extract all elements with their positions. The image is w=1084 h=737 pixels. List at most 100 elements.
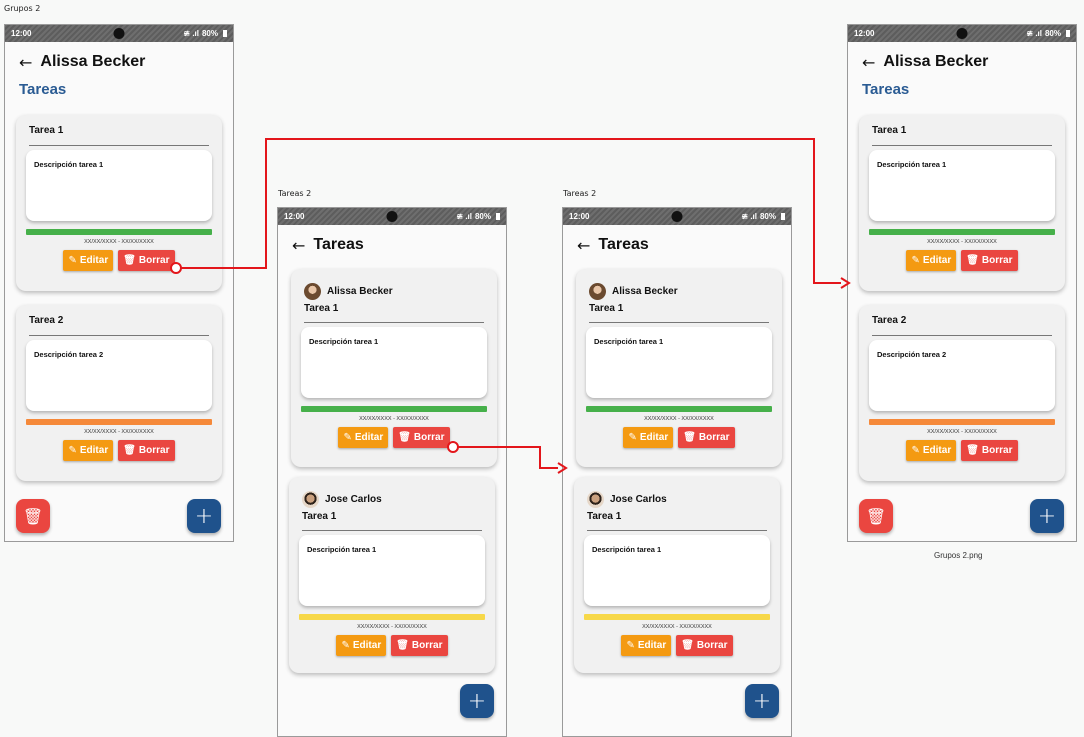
trash-icon: 🗑 [966, 255, 979, 266]
add-task-button[interactable]: + [745, 684, 779, 718]
task-name: Tarea 2 [29, 314, 64, 326]
task-user: Jose Carlos [574, 477, 780, 508]
edit-button[interactable]: ✎ Editar [63, 250, 114, 271]
task-actions: ✎ Editar 🗑 Borrar [291, 427, 497, 448]
battery-icon [1066, 30, 1070, 37]
task-dates: XX/XX/XXXX - XX/XX/XXXX [644, 416, 714, 422]
status-time: 12:00 [569, 212, 590, 221]
user-name: Jose Carlos [610, 493, 667, 505]
task-name: Tarea 1 [872, 124, 907, 136]
back-arrow-icon[interactable]: ← [19, 53, 32, 72]
task-actions: ✎ Editar 🗑 Borrar [574, 635, 780, 656]
status-time: 12:00 [854, 29, 875, 38]
task-dates: XX/XX/XXXX - XX/XX/XXXX [84, 239, 154, 245]
back-arrow-icon[interactable]: ← [862, 53, 875, 72]
delete-button[interactable]: 🗑 Borrar [961, 440, 1018, 461]
delete-button[interactable]: 🗑 Borrar [676, 635, 733, 656]
task-dates: XX/XX/XXXX - XX/XX/XXXX [927, 239, 997, 245]
status-indicators: ≇ .ıl 80% [741, 212, 785, 221]
divider [29, 145, 209, 146]
task-actions: ✎ Editar 🗑 Borrar [576, 427, 782, 448]
delete-label: Borrar [413, 432, 445, 443]
edit-button[interactable]: ✎ Editar [621, 635, 672, 656]
edit-label: Editar [639, 432, 669, 443]
task-actions: ✎ Editar 🗑 Borrar [16, 250, 222, 271]
avatar [304, 282, 321, 300]
status-bar: 12:00 ≇ .ıl 80% [278, 208, 506, 225]
page-title: Tareas [598, 236, 649, 253]
delete-group-button[interactable]: 🗑 [16, 499, 50, 533]
signal-icon: ≇ .ıl [1026, 29, 1042, 38]
status-indicators: ≇ .ıl 80% [456, 212, 500, 221]
task-description: Descripción tarea 1 [26, 150, 212, 221]
edit-icon: ✎ [626, 640, 635, 651]
delete-button[interactable]: 🗑 Borrar [961, 250, 1018, 271]
camera-notch [386, 211, 398, 222]
progress-bar [869, 419, 1055, 425]
task-actions: ✎ Editar 🗑 Borrar [859, 440, 1065, 461]
add-task-button[interactable]: + [1030, 499, 1064, 533]
task-actions: ✎ Editar 🗑 Borrar [289, 635, 495, 656]
edit-button[interactable]: ✎ Editar [336, 635, 387, 656]
edit-button[interactable]: ✎ Editar [63, 440, 114, 461]
trash-icon: 🗑 [683, 432, 696, 443]
delete-label: Borrar [138, 255, 170, 266]
plus-icon: + [194, 503, 214, 529]
add-task-button[interactable]: + [460, 684, 494, 718]
divider [302, 530, 482, 531]
avatar [587, 490, 604, 508]
delete-button[interactable]: 🗑 Borrar [393, 427, 450, 448]
task-description: Descripción tarea 2 [869, 340, 1055, 411]
app-header: ← Tareas [278, 229, 506, 261]
page-title: Tareas [313, 236, 364, 253]
task-actions: ✎ Editar 🗑 Borrar [16, 440, 222, 461]
back-arrow-icon[interactable]: ← [577, 236, 590, 255]
task-user: Alissa Becker [291, 269, 497, 300]
camera-notch [671, 211, 683, 222]
task-description: Descripción tarea 1 [584, 535, 770, 606]
edit-label: Editar [354, 432, 384, 443]
plus-icon: + [752, 688, 772, 714]
trash-icon: 🗑 [398, 432, 411, 443]
trash-icon: 🗑 [966, 445, 979, 456]
task-dates: XX/XX/XXXX - XX/XX/XXXX [357, 624, 427, 630]
phone-grupos-result: 12:00 ≇ .ıl 80% ← Alissa Becker Tareas T… [847, 24, 1077, 542]
camera-notch [113, 28, 125, 39]
delete-button[interactable]: 🗑 Borrar [678, 427, 735, 448]
edit-label: Editar [922, 445, 952, 456]
divider [872, 335, 1052, 336]
section-title: Tareas [862, 81, 910, 98]
edit-button[interactable]: ✎ Editar [338, 427, 389, 448]
task-actions: ✎ Editar 🗑 Borrar [859, 250, 1065, 271]
task-card: Alissa Becker Tarea 1 Descripción tarea … [576, 269, 782, 467]
battery-level: 80% [474, 212, 491, 221]
avatar [589, 282, 606, 300]
frame-label-tareas-1: Tareas 2 [278, 189, 312, 198]
user-name: Alissa Becker [612, 285, 678, 297]
battery-icon [781, 213, 785, 220]
frame-label-tareas-2: Tareas 2 [563, 189, 597, 198]
delete-label: Borrar [981, 445, 1013, 456]
app-header: ← Alissa Becker [848, 46, 1076, 78]
edit-label: Editar [922, 255, 952, 266]
delete-button[interactable]: 🗑 Borrar [391, 635, 448, 656]
page-title: Alissa Becker [40, 53, 146, 70]
task-description: Descripción tarea 1 [301, 327, 487, 398]
divider [587, 530, 767, 531]
edit-icon: ✎ [911, 255, 920, 266]
edit-button[interactable]: ✎ Editar [906, 250, 957, 271]
delete-button[interactable]: 🗑 Borrar [118, 440, 175, 461]
task-user: Alissa Becker [576, 269, 782, 300]
trash-icon: 🗑 [396, 640, 409, 651]
edit-label: Editar [79, 255, 109, 266]
edit-button[interactable]: ✎ Editar [623, 427, 674, 448]
add-task-button[interactable]: + [187, 499, 221, 533]
task-card: Jose Carlos Tarea 1 Descripción tarea 1 … [574, 477, 780, 673]
status-bar: 12:00 ≇ .ıl 80% [848, 25, 1076, 42]
edit-label: Editar [79, 445, 109, 456]
delete-group-button[interactable]: 🗑 [859, 499, 893, 533]
edit-button[interactable]: ✎ Editar [906, 440, 957, 461]
task-description: Descripción tarea 1 [586, 327, 772, 398]
back-arrow-icon[interactable]: ← [292, 236, 305, 255]
delete-button[interactable]: 🗑 Borrar [118, 250, 175, 271]
